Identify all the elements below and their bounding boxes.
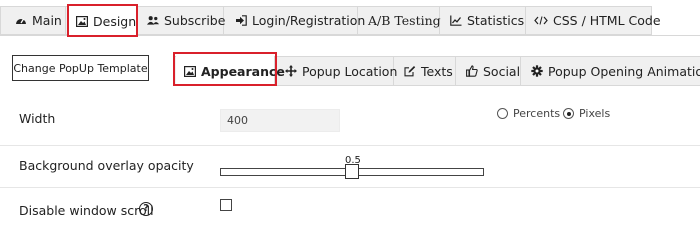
tab-subscribe-label: Subscribe xyxy=(164,13,226,28)
tab-ab-testing-label: A/B Testing xyxy=(368,13,441,28)
edit-icon xyxy=(404,65,416,77)
tab-login-registration[interactable]: Login/Registration xyxy=(228,6,365,35)
sign-in-icon xyxy=(235,15,247,27)
gear-icon xyxy=(531,65,543,77)
tab-css-html-code[interactable]: CSS / HTML Code xyxy=(527,6,661,35)
percents-radio-label: Percents xyxy=(513,107,561,120)
pixels-radio-label: Pixels xyxy=(579,107,611,120)
tab-main[interactable]: Main xyxy=(8,6,66,35)
disable-window-scroll-label: Disable window scroll xyxy=(19,203,154,218)
change-popup-template-button[interactable]: Change PopUp Template xyxy=(12,55,149,81)
line-chart-icon xyxy=(450,15,462,27)
move-icon xyxy=(285,65,297,77)
tab-css-html-code-label: CSS / HTML Code xyxy=(553,13,661,28)
percents-radio[interactable] xyxy=(497,108,508,119)
tab-ab-testing[interactable]: A/B Testing xyxy=(361,6,441,35)
help-icon[interactable]: ? xyxy=(139,202,153,216)
tab-subscribe[interactable]: Subscribe xyxy=(140,6,226,35)
overlay-opacity-label: Background overlay opacity xyxy=(19,158,194,173)
tab-texts[interactable]: Texts xyxy=(396,56,456,86)
tab-popup-opening-animation-label: Popup Opening Animation xyxy=(548,63,700,79)
dashboard-icon xyxy=(15,15,27,27)
tab-social-label: Social xyxy=(483,63,521,79)
tab-popup-location-label: Popup Location xyxy=(302,63,398,79)
width-input[interactable]: 400 xyxy=(220,109,340,132)
thumbs-up-icon xyxy=(466,65,478,77)
tab-login-registration-label: Login/Registration xyxy=(252,13,366,28)
design-tab-highlight xyxy=(67,4,138,37)
tab-popup-location[interactable]: Popup Location xyxy=(277,56,398,86)
tab-statistics[interactable]: Statistics xyxy=(443,6,526,35)
tab-popup-opening-animation[interactable]: Popup Opening Animation xyxy=(523,56,700,86)
row-divider xyxy=(0,187,700,188)
users-icon xyxy=(147,15,159,27)
width-label: Width xyxy=(19,111,56,126)
pixels-radio[interactable] xyxy=(563,108,574,119)
code-icon xyxy=(534,15,548,27)
row-divider xyxy=(0,145,700,146)
appearance-tab-highlight xyxy=(173,52,277,86)
disable-window-scroll-checkbox[interactable] xyxy=(220,199,232,211)
tab-main-label: Main xyxy=(32,13,62,28)
overlay-opacity-value: 0.5 xyxy=(345,155,361,166)
tab-texts-label: Texts xyxy=(421,63,453,79)
tab-social[interactable]: Social xyxy=(458,56,521,86)
tab-statistics-label: Statistics xyxy=(467,13,525,28)
overlay-opacity-slider-thumb[interactable] xyxy=(345,164,359,179)
